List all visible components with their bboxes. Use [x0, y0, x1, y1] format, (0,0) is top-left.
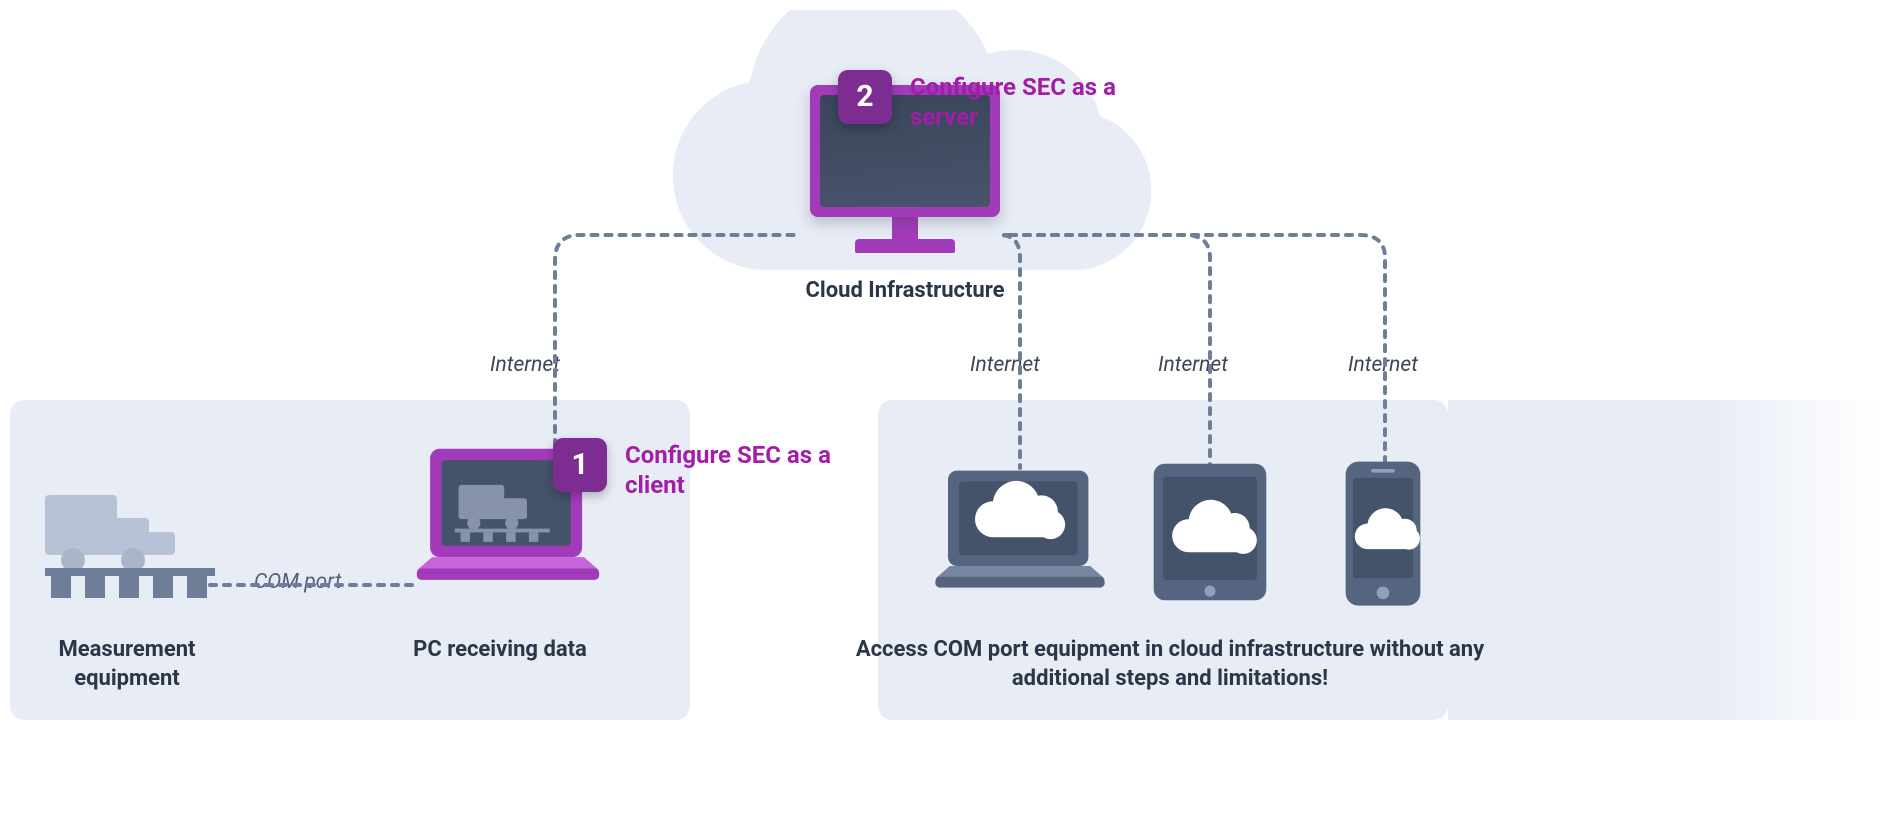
- internet-label-3: Internet: [1158, 353, 1228, 377]
- internet-label-2: Internet: [970, 353, 1040, 377]
- step-1-badge: 1: [553, 438, 607, 492]
- internet-label-1: Internet: [490, 353, 560, 377]
- remote-tablet-icon: [1150, 460, 1270, 612]
- access-caption: Access COM port equipment in cloud infra…: [835, 636, 1505, 693]
- internet-label-4: Internet: [1348, 353, 1418, 377]
- cloud-label: Cloud Infrastructure: [730, 278, 1080, 303]
- remote-phone-icon: [1342, 458, 1424, 617]
- pc-caption: PC receiving data: [395, 636, 605, 665]
- step-1-label: Configure SEC as a client: [625, 440, 875, 500]
- com-port-label: COM port: [254, 570, 341, 594]
- equipment-caption: Measurement equipment: [22, 636, 232, 693]
- remote-laptop-icon: [930, 467, 1110, 606]
- measurement-equipment-icon: [45, 460, 230, 609]
- step-2-label: Configure SEC as a server: [910, 72, 1170, 132]
- step-2-badge: 2: [838, 70, 892, 124]
